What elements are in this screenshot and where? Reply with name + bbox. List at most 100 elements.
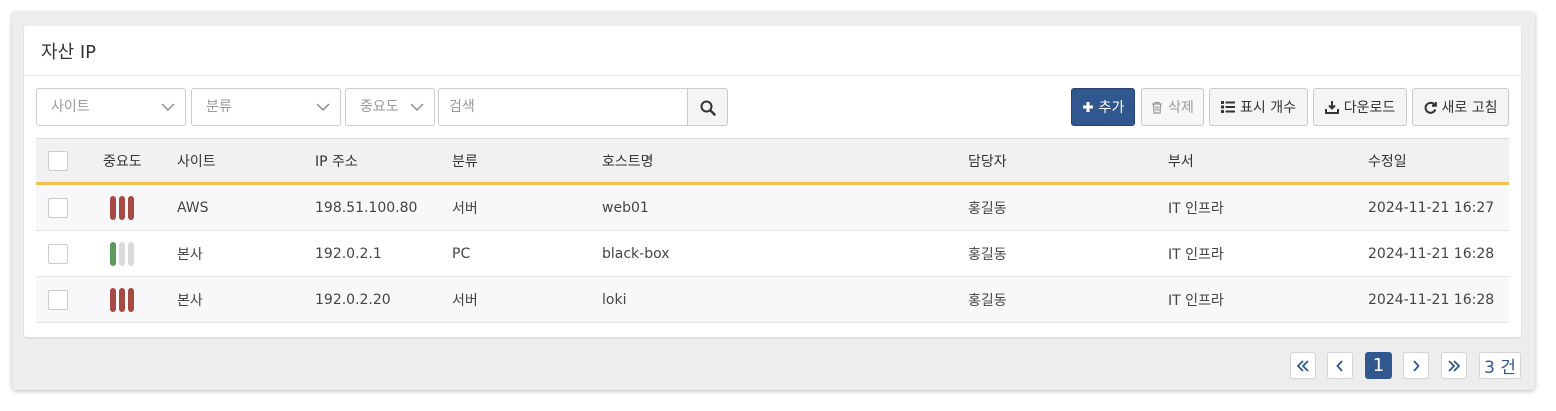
header-owner[interactable]: 담당자 [968,139,1007,182]
next-page-button[interactable] [1403,352,1429,379]
owner-cell: 홍길동 [968,200,1007,217]
importance-filter-placeholder: 중요도 [360,99,399,115]
chevron-left-icon [1336,359,1343,372]
download-button[interactable]: 다운로드 [1313,88,1407,126]
first-page-button[interactable] [1290,352,1316,379]
refresh-button[interactable]: 새로 고침 [1412,88,1509,126]
search-input[interactable]: 검색 [438,88,688,126]
site-cell: AWS [177,199,209,216]
add-button[interactable]: 추가 [1071,88,1135,126]
importance-filter-select[interactable]: 중요도 [345,88,435,126]
header-department[interactable]: 부서 [1168,139,1194,182]
chevron-down-icon [316,103,330,111]
asset-ip-panel: 자산 IP 사이트 분류 중요도 검색 추가 삭제 표시 개수 다운로드 새로 … [24,26,1521,337]
chevron-down-icon [161,103,175,111]
header-ip[interactable]: IP 주소 [315,139,358,182]
last-page-button[interactable] [1441,352,1467,379]
department-cell: IT 인프라 [1168,200,1224,217]
header-importance[interactable]: 중요도 [103,139,142,182]
select-all-cell [48,139,68,182]
modified-cell: 2024-11-21 16:28 [1368,245,1495,262]
search-placeholder: 검색 [449,99,475,115]
importance-bars [110,195,134,220]
double-chevron-left-icon [1296,359,1309,372]
asset-ip-table: 중요도 사이트 IP 주소 분류 호스트명 담당자 부서 수정일 AWS 198… [36,138,1509,323]
delete-button[interactable]: 삭제 [1141,88,1204,126]
ip-cell: 198.51.100.80 [315,199,418,216]
site-cell: 본사 [177,292,203,309]
owner-cell: 홍길동 [968,292,1007,309]
site-cell: 본사 [177,246,203,263]
select-all-checkbox[interactable] [48,150,68,171]
total-count: 3 건 [1479,352,1521,379]
importance-bar [110,287,116,312]
category-cell: 서버 [452,200,478,217]
site-filter-select[interactable]: 사이트 [36,88,186,126]
table-row[interactable]: AWS 198.51.100.80 서버 web01 홍길동 IT 인프라 20… [36,185,1509,231]
hostname-cell: web01 [602,199,649,216]
row-checkbox[interactable] [48,289,68,310]
category-filter-select[interactable]: 분류 [191,88,341,126]
department-cell: IT 인프라 [1168,246,1224,263]
hostname-cell: black-box [602,245,670,262]
search-icon [700,100,716,116]
importance-bar [128,287,134,312]
row-select-cell [48,231,68,276]
header-category[interactable]: 분류 [452,139,478,182]
page-button-current[interactable]: 1 [1365,352,1392,379]
header-modified[interactable]: 수정일 [1368,139,1407,182]
importance-indicator [110,185,134,230]
importance-bar [119,287,125,312]
row-select-cell [48,277,68,322]
asset-ip-window: 자산 IP 사이트 분류 중요도 검색 추가 삭제 표시 개수 다운로드 새로 … [12,12,1535,390]
refresh-button-label: 새로 고침 [1441,100,1498,116]
double-chevron-right-icon [1448,359,1461,372]
table-header: 중요도 사이트 IP 주소 분류 호스트명 담당자 부서 수정일 [36,138,1509,185]
category-cell: 서버 [452,292,478,309]
page-title: 자산 IP [24,26,1521,76]
download-icon [1324,100,1339,114]
ip-cell: 192.0.2.20 [315,291,391,308]
importance-bar [128,195,134,220]
importance-bars [110,241,134,266]
row-select-cell [48,185,68,230]
importance-bar [119,195,125,220]
list-icon [1221,101,1235,113]
row-checkbox[interactable] [48,197,68,218]
department-cell: IT 인프라 [1168,292,1224,309]
site-filter-placeholder: 사이트 [51,99,90,115]
trash-icon [1152,101,1163,114]
delete-button-label: 삭제 [1168,100,1194,116]
table-row[interactable]: 본사 192.0.2.1 PC black-box 홍길동 IT 인프라 202… [36,231,1509,277]
chevron-down-icon [410,103,424,111]
search-button[interactable] [687,88,728,126]
importance-bars [110,287,134,312]
plus-icon [1082,102,1093,112]
category-cell: PC [452,245,471,262]
importance-bar [110,241,116,266]
chevron-right-icon [1413,359,1420,372]
download-button-label: 다운로드 [1343,100,1396,116]
header-site[interactable]: 사이트 [177,139,216,182]
importance-indicator [110,277,134,322]
add-button-label: 추가 [1098,100,1125,116]
importance-bar [128,241,134,266]
row-checkbox[interactable] [48,243,68,264]
category-filter-placeholder: 분류 [206,99,232,115]
toolbar: 사이트 분류 중요도 검색 추가 삭제 표시 개수 다운로드 새로 고침 [36,88,1509,126]
importance-indicator [110,231,134,276]
modified-cell: 2024-11-21 16:27 [1368,199,1495,216]
header-hostname[interactable]: 호스트명 [602,139,654,182]
importance-bar [119,241,125,266]
ip-cell: 192.0.2.1 [315,245,382,262]
importance-bar [110,195,116,220]
hostname-cell: loki [602,291,627,308]
page-size-button[interactable]: 표시 개수 [1209,88,1308,126]
page-size-button-label: 표시 개수 [1240,100,1296,116]
modified-cell: 2024-11-21 16:28 [1368,291,1495,308]
refresh-icon [1424,101,1437,114]
table-row[interactable]: 본사 192.0.2.20 서버 loki 홍길동 IT 인프라 2024-11… [36,277,1509,323]
pagination: 1 3 건 [12,352,1535,379]
owner-cell: 홍길동 [968,246,1007,263]
prev-page-button[interactable] [1327,352,1353,379]
